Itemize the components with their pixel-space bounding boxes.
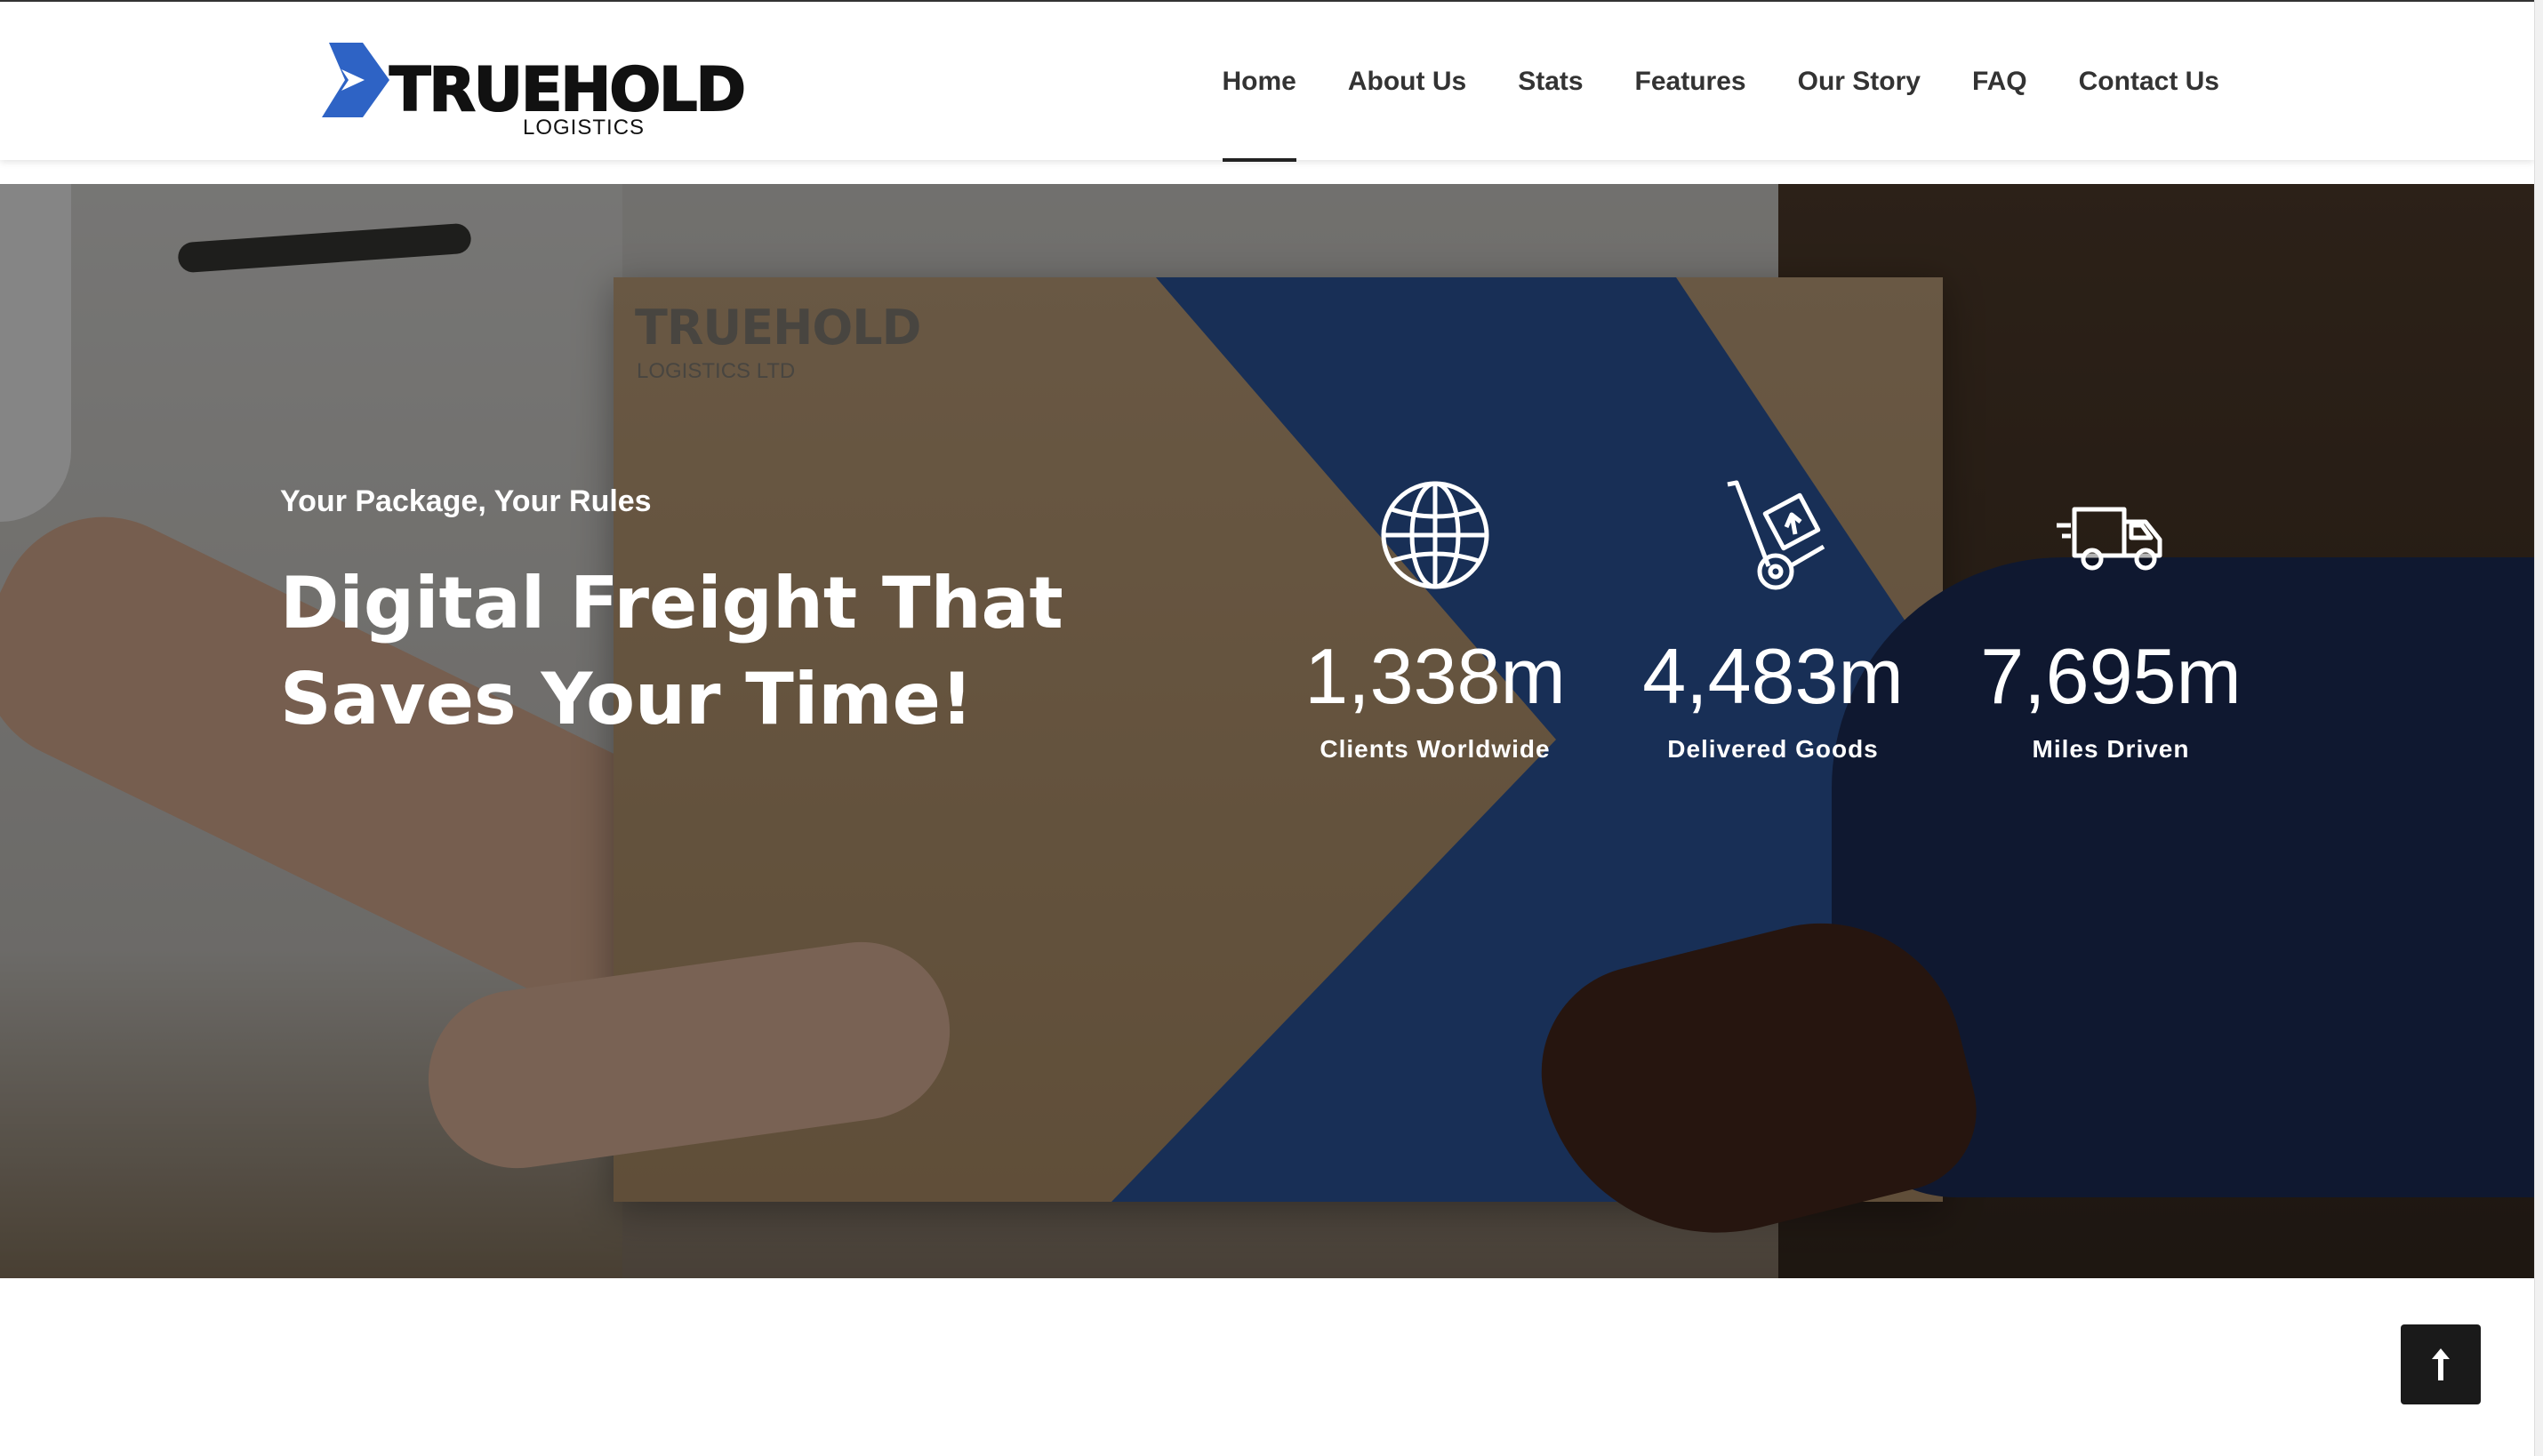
stat-label: Delivered Goods bbox=[1667, 735, 1879, 763]
scroll-to-top-button[interactable] bbox=[2401, 1324, 2481, 1404]
hero-kicker: Your Package, Your Rules bbox=[280, 484, 652, 518]
nav-item-contact-us[interactable]: Contact Us bbox=[2053, 2, 2245, 162]
nav-label: Stats bbox=[1518, 67, 1584, 96]
nav-label: Features bbox=[1634, 67, 1746, 96]
hand-truck-icon bbox=[1727, 480, 1825, 590]
stat-label: Miles Driven bbox=[2032, 735, 2190, 763]
logo-wordmark: TRUEHOLD bbox=[389, 55, 747, 125]
stat-label: Clients Worldwide bbox=[1320, 735, 1551, 763]
nav-item-stats[interactable]: Stats bbox=[1492, 2, 1608, 162]
main-nav: Home About Us Stats Features Our Story F… bbox=[1197, 2, 2246, 162]
logo-subtitle: LOGISTICS bbox=[523, 116, 646, 140]
nav-item-our-story[interactable]: Our Story bbox=[1772, 2, 1946, 162]
delivery-truck-icon bbox=[2057, 507, 2162, 571]
nav-label: About Us bbox=[1347, 67, 1467, 96]
nav-item-home[interactable]: Home bbox=[1197, 2, 1322, 162]
stat-miles-driven: 7,695m Miles Driven bbox=[1942, 477, 2280, 764]
arrow-logo-icon bbox=[322, 43, 389, 117]
nav-label: Home bbox=[1222, 67, 1296, 96]
nav-label: Contact Us bbox=[2078, 67, 2219, 96]
hero-title: Digital Freight That Saves Your Time! bbox=[280, 556, 1080, 748]
hero-title-line-1: Digital Freight That bbox=[280, 562, 1063, 644]
stat-value: 4,483m bbox=[1642, 632, 1904, 720]
nav-item-about-us[interactable]: About Us bbox=[1322, 2, 1492, 162]
nav-item-features[interactable]: Features bbox=[1609, 2, 1772, 162]
arrow-up-icon bbox=[2432, 1348, 2450, 1380]
hero-section: TRUEHOLD LOGISTICS LTD Your Package, You… bbox=[0, 184, 2534, 1278]
site-header: TRUEHOLD LOGISTICS Home About Us Stats F… bbox=[0, 0, 2534, 162]
nav-label: FAQ bbox=[1971, 67, 2027, 96]
page: TRUEHOLD LOGISTICS Home About Us Stats F… bbox=[0, 0, 2543, 1456]
hero-title-line-2: Saves Your Time! bbox=[280, 658, 974, 740]
page-scrollbar[interactable] bbox=[2534, 0, 2543, 1456]
stat-delivered-goods: 4,483m Delivered Goods bbox=[1604, 477, 1942, 764]
stat-value: 1,338m bbox=[1304, 632, 1566, 720]
stat-clients: 1,338m Clients Worldwide bbox=[1266, 477, 1604, 764]
nav-label: Our Story bbox=[1797, 67, 1921, 96]
site-logo[interactable]: TRUEHOLD LOGISTICS bbox=[322, 41, 766, 140]
stat-value: 7,695m bbox=[1980, 632, 2242, 720]
nav-item-faq[interactable]: FAQ bbox=[1946, 2, 2053, 162]
globe-icon bbox=[1381, 481, 1489, 589]
